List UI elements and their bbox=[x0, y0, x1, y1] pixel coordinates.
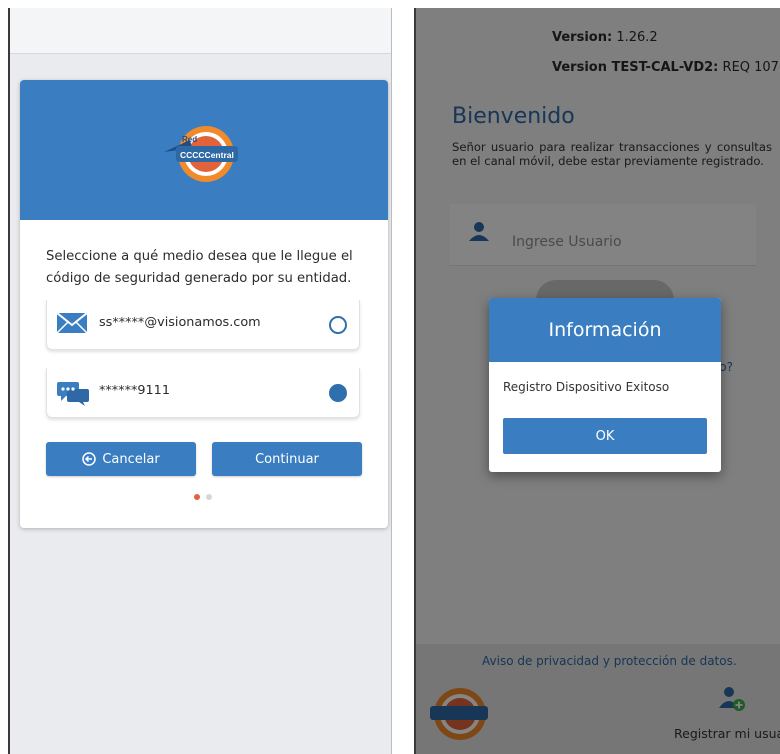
ok-label: OK bbox=[595, 428, 615, 444]
pager-dot-2[interactable] bbox=[206, 494, 212, 500]
continue-label: Continuar bbox=[255, 451, 319, 467]
top-bar bbox=[10, 8, 391, 54]
email-option-label: ss*****@visionamos.com bbox=[99, 315, 261, 330]
continue-button[interactable]: Continuar bbox=[212, 442, 362, 476]
red-coop-central-logo: Red CCCCCentral bbox=[164, 126, 238, 182]
login-screen: Version: 1.26.2 Version TEST-CAL-VD2: RE… bbox=[414, 8, 780, 754]
exit-arrow-icon bbox=[82, 452, 97, 466]
pager-dot-1[interactable] bbox=[194, 494, 200, 500]
email-option[interactable]: ss*****@visionamos.com bbox=[46, 300, 360, 350]
ok-button[interactable]: OK bbox=[503, 418, 707, 454]
cancel-label: Cancelar bbox=[102, 451, 160, 467]
cancel-button[interactable]: Cancelar bbox=[46, 442, 196, 476]
envelope-icon bbox=[56, 312, 88, 338]
sms-option[interactable]: ******9111 bbox=[46, 368, 360, 418]
phone-option-label: ******9111 bbox=[99, 383, 170, 398]
security-code-screen: Red CCCCCentral Seleccione a qué medio d… bbox=[8, 8, 392, 754]
chat-bubbles-icon bbox=[57, 380, 89, 410]
instruction-text: Seleccione a qué medio desea que le lleg… bbox=[46, 249, 353, 286]
email-radio[interactable] bbox=[329, 316, 347, 334]
logo-text-bottom: CCCCCentral bbox=[180, 150, 234, 160]
dialog-message: Registro Dispositivo Exitoso bbox=[503, 380, 670, 394]
info-dialog: Información Registro Dispositivo Exitoso… bbox=[489, 298, 721, 472]
logo-text-top: Red bbox=[182, 135, 197, 144]
sms-radio[interactable] bbox=[329, 384, 347, 402]
dialog-title: Información bbox=[489, 298, 721, 362]
pager-dots bbox=[194, 494, 212, 500]
security-code-card: Red CCCCCentral Seleccione a qué medio d… bbox=[20, 80, 388, 528]
card-header: Red CCCCCentral bbox=[20, 80, 388, 220]
